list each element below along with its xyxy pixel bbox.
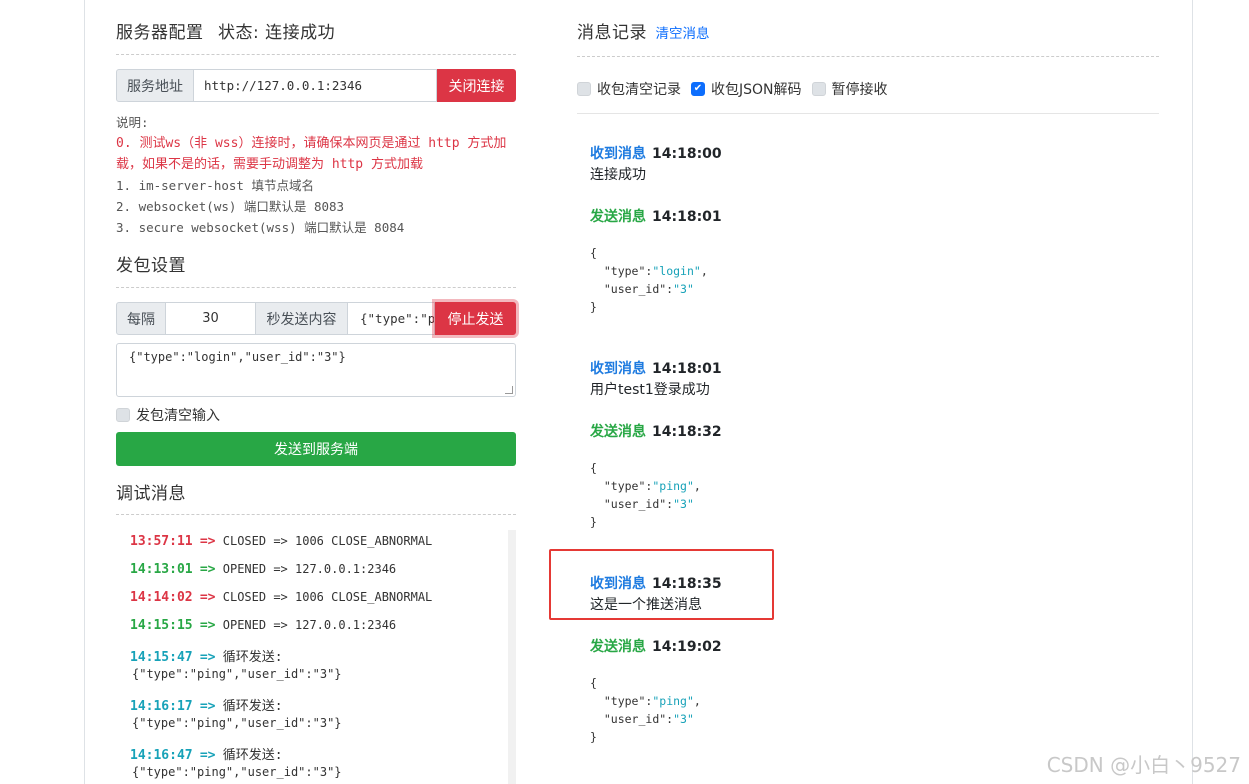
message-body: 连接成功 — [590, 167, 646, 183]
every-label: 每隔 — [116, 302, 166, 335]
option-label: 收包清空记录 — [597, 82, 681, 98]
checkbox-icon[interactable] — [811, 82, 826, 96]
log-line: 14:14:02 => CLOSED => 1006 CLOSE_ABNORMA… — [130, 590, 433, 605]
log-line: 14:15:47 => 循环发送: — [130, 650, 283, 665]
notes: 说明: 0. 测试ws（非 wss）连接时，请确保本网页是通过 http 方式加… — [116, 112, 516, 238]
notes-line-3: 3. secure websocket(wss) 端口默认是 8084 — [116, 220, 405, 235]
option-clear-on-receive[interactable]: 收包清空记录 — [577, 79, 681, 99]
server-address-label: 服务地址 — [116, 69, 194, 102]
log-line-payload: {"type":"ping","user_id":"3"} — [132, 716, 342, 730]
messages-title: 消息记录 — [577, 23, 647, 43]
divider — [577, 113, 1159, 114]
log-line: 14:13:01 => OPENED => 127.0.0.1:2346 — [130, 562, 397, 577]
resize-handle-icon[interactable] — [505, 386, 513, 394]
log-line-payload: {"type":"ping","user_id":"3"} — [132, 765, 342, 779]
close-connection-button[interactable]: 关闭连接 — [437, 69, 516, 102]
highlight-annotation-box — [549, 549, 774, 620]
message-header: 发送消息 14:18:01 — [590, 209, 722, 225]
notes-line-1: 1. im-server-host 填节点域名 — [116, 178, 314, 193]
server-address-input[interactable]: http://127.0.0.1:2346 — [194, 69, 437, 102]
checkbox-checked-icon[interactable]: ✔ — [691, 82, 705, 96]
send-to-server-button[interactable]: 发送到服务端 — [116, 432, 516, 466]
interval-input[interactable]: 30 — [166, 302, 256, 335]
checkbox-icon[interactable] — [116, 408, 130, 422]
message-header: 收到消息 14:18:01 — [590, 361, 722, 377]
log-line: 13:57:11 => CLOSED => 1006 CLOSE_ABNORMA… — [130, 534, 433, 549]
server-config-title: 服务器配置 — [116, 23, 204, 43]
clear-messages-link[interactable]: 清空消息 — [655, 26, 709, 42]
send-content-label: 秒发送内容 — [256, 302, 348, 335]
divider — [116, 54, 516, 55]
message-header: 收到消息 14:18:00 — [590, 146, 722, 162]
message-header: 发送消息 14:19:02 — [590, 639, 722, 655]
stop-sending-button[interactable]: 停止发送 — [435, 302, 516, 335]
message-json: { "type":"login", "user_id":"3"} — [590, 246, 708, 314]
debug-title: 调试消息 — [116, 484, 186, 504]
textarea-value: {"type":"login","user_id":"3"} — [129, 350, 346, 364]
message-json: { "type":"ping", "user_id":"3"} — [590, 461, 701, 529]
connection-status: 状态: 连接成功 — [217, 23, 336, 43]
divider — [577, 56, 1159, 57]
log-line: 14:15:15 => OPENED => 127.0.0.1:2346 — [130, 618, 397, 633]
log-line-payload: {"type":"ping","user_id":"3"} — [132, 667, 342, 681]
divider — [116, 514, 516, 515]
option-label: 暂停接收 — [831, 82, 888, 98]
notes-heading: 说明: — [116, 115, 149, 130]
notes-line-2: 2. websocket(ws) 端口默认是 8083 — [116, 199, 345, 214]
option-json-decode[interactable]: ✔ 收包JSON解码 — [691, 79, 802, 99]
server-address-group: 服务地址 http://127.0.0.1:2346 关闭连接 — [116, 69, 516, 102]
log-line: 14:16:17 => 循环发送: — [130, 699, 283, 714]
notes-warning-line-1: 0. 测试ws（非 wss）连接时，请确保本网页是通过 http 方式加 — [116, 136, 507, 151]
log-line: 14:16:47 => 循环发送: — [130, 748, 283, 763]
watermark: CSDN @小白丶9527 — [1046, 753, 1241, 777]
option-label: 收包JSON解码 — [711, 82, 802, 98]
divider — [116, 287, 516, 288]
message-json: { "type":"ping", "user_id":"3"} — [590, 676, 701, 744]
send-content-input[interactable]: {"type":"p — [348, 302, 435, 335]
clear-input-option[interactable]: 发包清空输入 — [116, 405, 220, 425]
messages-header: 消息记录 清空消息 — [577, 18, 709, 43]
notes-warning-line-2: 载，如果不是的话，需要手动调整为 http 方式加载 — [116, 157, 423, 172]
message-header: 发送消息 14:18:32 — [590, 424, 722, 440]
checkbox-icon[interactable] — [577, 82, 591, 96]
debug-log: 13:57:11 => CLOSED => 1006 CLOSE_ABNORMA… — [116, 530, 516, 784]
debug-scrollbar[interactable] — [508, 530, 516, 784]
send-interval-group: 每隔 30 秒发送内容 {"type":"p 停止发送 — [116, 302, 516, 335]
server-header: 服务器配置 状态: 连接成功 — [116, 18, 335, 43]
message-body: 用户test1登录成功 — [590, 382, 710, 398]
send-settings-title: 发包设置 — [116, 256, 186, 276]
message-options: 收包清空记录 ✔ 收包JSON解码 暂停接收 — [577, 79, 888, 99]
option-pause-receive[interactable]: 暂停接收 — [811, 79, 888, 99]
clear-input-label: 发包清空输入 — [136, 408, 220, 424]
send-content-textarea[interactable]: {"type":"login","user_id":"3"} — [116, 343, 516, 397]
